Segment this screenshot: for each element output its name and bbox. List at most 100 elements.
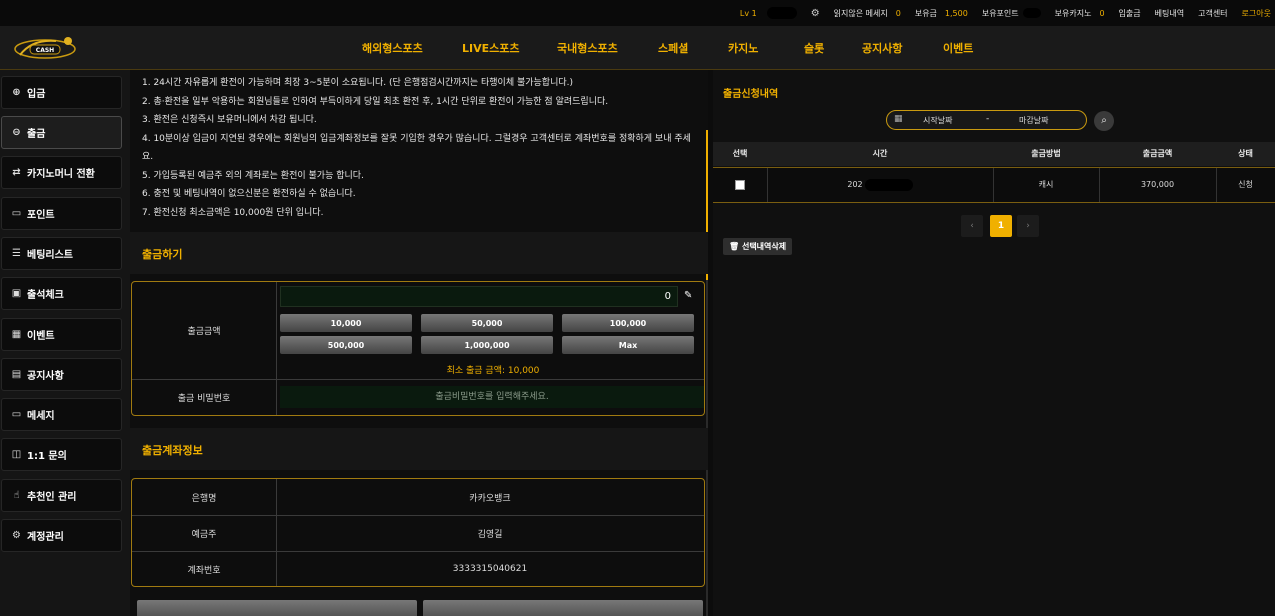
nav-slot[interactable]: 슬롯 bbox=[804, 40, 862, 56]
list-icon: ☰ bbox=[12, 248, 21, 259]
min-amount-text: 최소 출금 금액: 10,000 bbox=[446, 366, 540, 376]
withdraw-form: 출금금액 0 ✎ 10,000 50,000 100,000 500,000 1… bbox=[131, 281, 705, 416]
end-date-input[interactable]: 마감날짜 bbox=[1019, 115, 1048, 126]
withdraw-password-input[interactable]: 출금비밀번호를 입력해주세요. bbox=[280, 386, 704, 408]
row-checkbox[interactable] bbox=[735, 179, 745, 190]
amount-100000-button[interactable]: 100,000 bbox=[562, 314, 694, 332]
sidebar-item-notice[interactable]: ▤ 공지사항 bbox=[1, 358, 122, 391]
amount-label: 출금금액 bbox=[132, 282, 277, 379]
sidebar-item-account[interactable]: ⚙ 계정관리 bbox=[1, 519, 122, 552]
cancel-button[interactable] bbox=[423, 600, 703, 616]
card-icon: ▭ bbox=[11, 208, 22, 219]
main-nav: CASH 해외형스포츠 LIVE스포츠 국내형스포츠 스페셜 카지노 슬롯 공지… bbox=[0, 27, 1275, 70]
note-line: 3. 환전은 신청즉시 보유머니에서 차감 됩니다. bbox=[142, 115, 317, 125]
start-date-input[interactable]: 시작날짜 bbox=[923, 115, 952, 126]
logo-text: CASH bbox=[36, 47, 54, 54]
logout-link[interactable]: 로그아웃 bbox=[1242, 8, 1275, 19]
sidebar-item-betting-list[interactable]: ☰ 베팅리스트 bbox=[1, 237, 122, 270]
holder-label: 예금주 bbox=[132, 516, 277, 551]
betting-history-link[interactable]: 베팅내역 bbox=[1155, 8, 1184, 19]
bank-value: 카카오뱅크 bbox=[469, 493, 511, 504]
account-title: 출금계좌정보 bbox=[142, 444, 203, 457]
top-bar: Lv 1 ⚙ 읽지않은 메세지 0 보유금 1,500 보유포인트 보유카지노 0 입… bbox=[0, 0, 1275, 27]
nav-live-sports[interactable]: LIVE스포츠 bbox=[462, 40, 557, 56]
amount-500000-button[interactable]: 500,000 bbox=[280, 336, 412, 354]
masked-points bbox=[1022, 8, 1041, 18]
masked-time bbox=[864, 178, 913, 191]
amount-1000000-button[interactable]: 1,000,000 bbox=[421, 336, 553, 354]
balance: 보유금 1,500 bbox=[914, 8, 968, 18]
masked-username bbox=[766, 7, 797, 19]
trash-icon: 🗑 bbox=[729, 242, 740, 251]
deposit-withdraw-link[interactable]: 입출금 bbox=[1119, 8, 1141, 19]
nav-casino[interactable]: 카지노 bbox=[728, 40, 804, 56]
note-line: 4. 10분이상 입금이 지연된 경우에는 회원님의 입금계좌정보를 잘못 기입… bbox=[142, 133, 691, 144]
sidebar-item-withdraw[interactable]: ⊖ 출금 bbox=[1, 116, 122, 149]
unread-messages[interactable]: 읽지않은 메세지 0 bbox=[834, 8, 901, 19]
sidebar-item-event[interactable]: ▦ 이벤트 bbox=[1, 318, 122, 351]
col-amount: 출금금액 bbox=[1142, 149, 1173, 158]
calendar-check-icon: ▣ bbox=[11, 288, 22, 299]
amount-10000-button[interactable]: 10,000 bbox=[280, 314, 412, 332]
calendar-icon: ▦ bbox=[11, 329, 22, 340]
amount-input[interactable]: 0 bbox=[280, 286, 678, 307]
password-label: 출금 비밀번호 bbox=[132, 380, 277, 415]
note-line: 6. 충전 및 베팅내역이 없으신분은 환전하실 수 없습니다. bbox=[142, 189, 356, 199]
customer-center-link[interactable]: 고객센터 bbox=[1198, 8, 1227, 19]
amount-50000-button[interactable]: 50,000 bbox=[421, 314, 553, 332]
note-line: 요. bbox=[142, 152, 154, 162]
withdraw-submit-button[interactable] bbox=[137, 600, 417, 616]
date-separator: - bbox=[986, 114, 990, 124]
row-amount: 370,000 bbox=[1099, 168, 1217, 202]
settings-gear-icon[interactable]: ⚙ bbox=[811, 8, 820, 19]
page-prev-button[interactable]: ‹ bbox=[961, 215, 983, 237]
note-line: 1. 24시간 자유롭게 환전이 가능하며 최장 3~5분이 소요됩니다. (단… bbox=[142, 78, 574, 88]
thumbs-up-icon: ☝ bbox=[13, 490, 20, 501]
withdraw-section-header: 출금하기 bbox=[130, 232, 708, 274]
sidebar-item-deposit[interactable]: ⊕ 입금 bbox=[1, 76, 122, 109]
note-line: 7. 환전신청 최소금액은 10,000원 단위 입니다. bbox=[142, 207, 324, 218]
row-status: 신청 bbox=[1238, 180, 1253, 189]
col-status: 상태 bbox=[1238, 149, 1253, 158]
account-number-value: 3333315040621 bbox=[452, 564, 528, 574]
col-method: 출금방법 bbox=[1031, 149, 1061, 158]
withdraw-notes: 1. 24시간 자유롭게 환전이 가능하며 최장 3~5분이 소요됩니다. (단… bbox=[142, 74, 702, 222]
casino-balance: 보유카지노 0 bbox=[1054, 8, 1105, 18]
nav-overseas-sports[interactable]: 해외형스포츠 bbox=[362, 40, 462, 56]
account-section-header: 출금계좌정보 bbox=[130, 428, 708, 470]
sidebar-item-points[interactable]: ▭ 포인트 bbox=[1, 197, 122, 230]
history-title: 출금신청내역 bbox=[723, 89, 779, 100]
search-icon[interactable]: ⌕ bbox=[1094, 111, 1114, 131]
nav-special[interactable]: 스페셜 bbox=[658, 40, 728, 56]
account-number-label: 계좌번호 bbox=[132, 552, 277, 586]
nav-domestic-sports[interactable]: 국내형스포츠 bbox=[557, 40, 658, 56]
calendar-icon: ▦ bbox=[894, 114, 903, 124]
sidebar-item-casino-money[interactable]: ⇄ 카지노머니 전환 bbox=[1, 156, 122, 189]
sidebar-item-referral[interactable]: ☝ 추천인 관리 bbox=[1, 479, 122, 512]
nav-notice[interactable]: 공지사항 bbox=[862, 40, 943, 56]
sidebar: ⊕ 입금 ⊖ 출금 ⇄ 카지노머니 전환 ▭ 포인트 ☰ 베팅리스트 ▣ 출석체크 ▦ 이벤트… bbox=[0, 70, 130, 616]
withdraw-history-panel: 출금신청내역 ▦ 시작날짜 - 마감날짜 ⌕ 선택 시간 출금방법 출금금액 상… bbox=[713, 70, 1275, 616]
circle-minus-icon: ⊖ bbox=[12, 127, 21, 138]
col-time: 시간 bbox=[872, 149, 888, 158]
chat-icon: ▭ bbox=[11, 409, 22, 420]
eraser-icon[interactable]: ✎ bbox=[684, 290, 692, 301]
row-method: 캐시 bbox=[993, 168, 1100, 202]
note-line: 2. 총·환전을 일부 악용하는 회원님들로 인하여 부득이하게 당일 최초 환… bbox=[142, 96, 609, 107]
swap-icon: ⇄ bbox=[12, 167, 21, 178]
cash-logo[interactable]: CASH bbox=[12, 33, 78, 63]
sidebar-item-attendance[interactable]: ▣ 출석체크 bbox=[1, 277, 122, 310]
date-range-picker[interactable]: ▦ 시작날짜 - 마감날짜 bbox=[886, 110, 1087, 130]
amount-max-button[interactable]: Max bbox=[562, 336, 694, 354]
page-next-button[interactable]: › bbox=[1017, 215, 1039, 237]
sidebar-item-message[interactable]: ▭ 메세지 bbox=[1, 398, 122, 431]
page-1-button[interactable]: 1 bbox=[990, 215, 1012, 237]
points: 보유포인트 bbox=[982, 8, 1041, 19]
user-level: Lv 1 bbox=[739, 8, 757, 18]
delete-selected-button[interactable]: 🗑 선택내역삭제 bbox=[723, 238, 793, 255]
sidebar-item-inquiry[interactable]: ◫ 1:1 문의 bbox=[1, 438, 122, 471]
clipboard-icon: ▤ bbox=[11, 369, 22, 380]
nav-event[interactable]: 이벤트 bbox=[943, 40, 973, 56]
col-select: 선택 bbox=[732, 149, 748, 158]
account-info: 은행명 카카오뱅크 예금주 김영길 계좌번호 3333315040621 bbox=[131, 478, 705, 587]
